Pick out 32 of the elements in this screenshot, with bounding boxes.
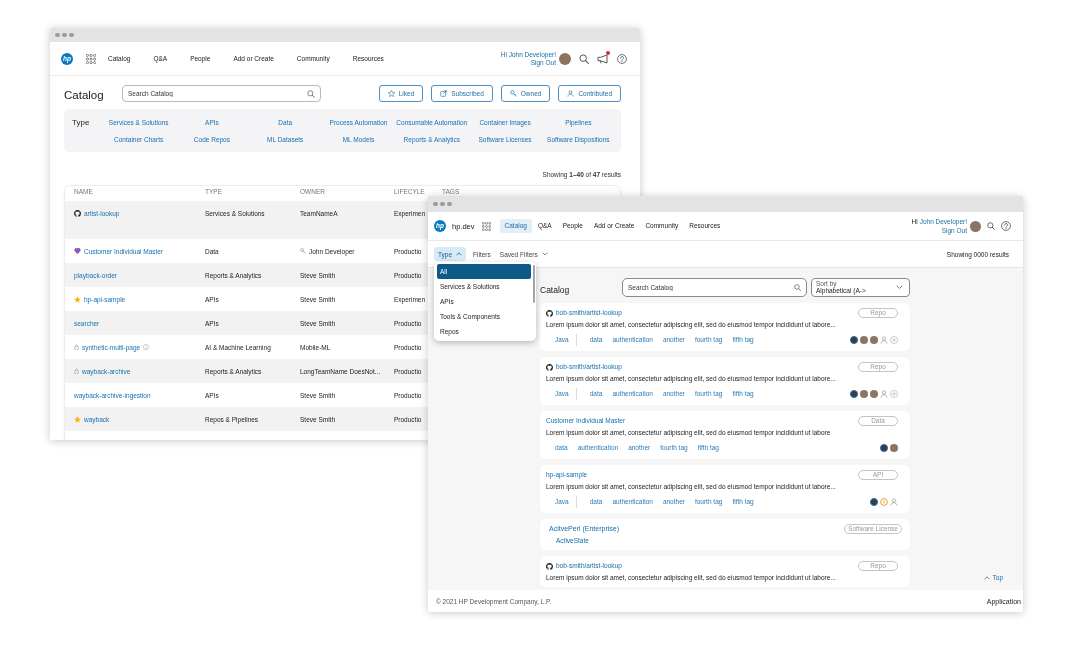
filter-label: Type — [72, 117, 90, 129]
external-link-icon — [440, 90, 448, 97]
search-icon[interactable] — [579, 53, 589, 64]
caret-up-icon — [456, 252, 463, 256]
lock-icon — [74, 368, 79, 374]
grid-icon[interactable] — [481, 221, 491, 231]
search-icon[interactable] — [307, 89, 315, 98]
github-icon — [546, 309, 553, 317]
page-title: Catalog — [64, 87, 104, 102]
chevron-down-icon — [541, 252, 548, 256]
github-icon — [546, 562, 553, 570]
megaphone-icon[interactable] — [597, 53, 609, 64]
avatar[interactable] — [559, 52, 571, 65]
star-icon — [74, 295, 81, 303]
github-icon — [74, 210, 81, 217]
page-title: Catalog — [540, 284, 570, 296]
key-icon — [509, 90, 517, 97]
search-icon[interactable] — [794, 284, 801, 291]
star-outline-icon — [387, 90, 395, 97]
help-icon[interactable] — [1001, 221, 1011, 231]
search-icon[interactable] — [987, 222, 995, 230]
star-icon — [74, 415, 81, 423]
help-icon[interactable] — [617, 53, 627, 64]
chevron-down-icon — [896, 285, 903, 290]
caret-up-icon — [983, 576, 990, 580]
person-icon — [567, 90, 575, 97]
scrollbar-thumb[interactable] — [533, 265, 535, 303]
lock-icon — [74, 344, 79, 350]
gem-icon — [74, 247, 81, 255]
grid-icon[interactable] — [86, 53, 96, 64]
avatar[interactable] — [970, 220, 981, 232]
github-icon — [546, 363, 553, 371]
